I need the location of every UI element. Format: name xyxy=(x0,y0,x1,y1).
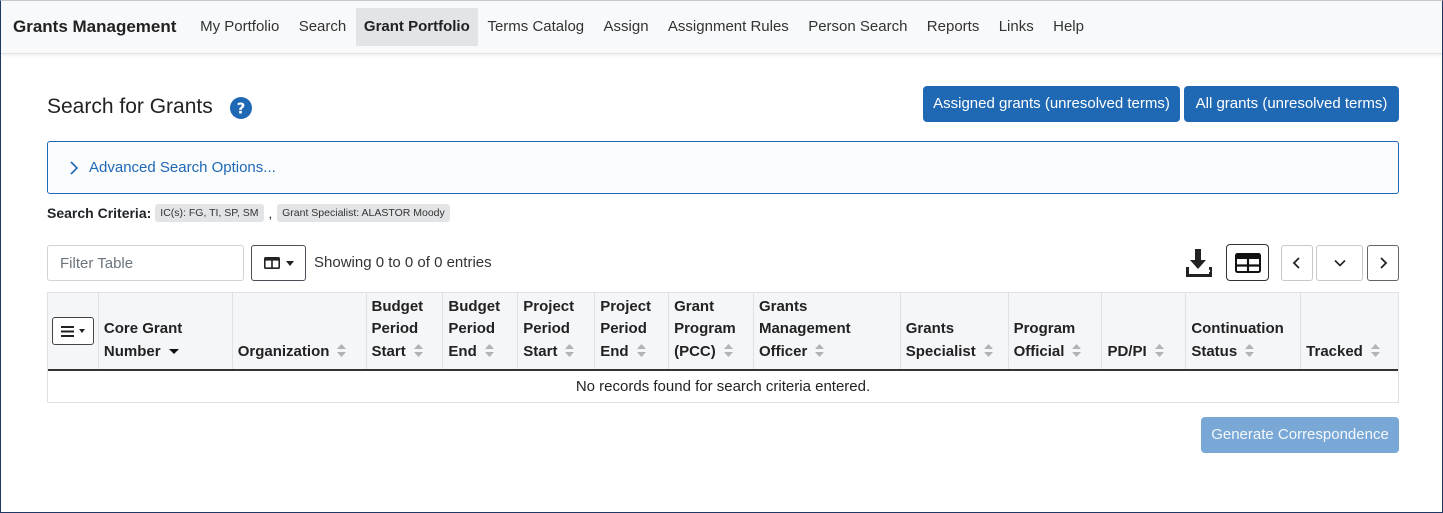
col-label: Organization xyxy=(237,342,330,360)
row-menu-header xyxy=(48,293,99,369)
sort-icon xyxy=(1245,344,1255,358)
sort-icon xyxy=(413,344,423,358)
filter-table-input[interactable] xyxy=(47,245,244,281)
col-pd-pi[interactable]: PD/PI xyxy=(1102,293,1187,369)
nav-links[interactable]: Links xyxy=(989,8,1043,46)
col-label: Grants Management Officer xyxy=(758,297,851,360)
col-grants-management-officer[interactable]: Grants Management Officer xyxy=(754,293,901,369)
criteria-chip-ics: IC(s): FG, TI, SP, SM xyxy=(155,204,264,222)
advanced-search-toggle[interactable]: Advanced Search Options... xyxy=(47,141,1399,194)
col-tracked[interactable]: Tracked xyxy=(1301,293,1398,369)
col-label: PD/PI xyxy=(1107,342,1147,360)
sort-icon xyxy=(337,344,347,358)
sort-desc-icon xyxy=(168,348,179,354)
table-header-row: Core Grant Number Organization Budget Pe… xyxy=(48,293,1398,371)
page-title: Search for Grants xyxy=(47,95,213,118)
col-grant-program[interactable]: Grant Program (PCC) xyxy=(669,293,754,369)
chevron-left-icon xyxy=(1292,257,1300,269)
top-navbar: Grants Management My Portfolio Search Gr… xyxy=(1,1,1442,54)
col-label: Continuation Status xyxy=(1191,320,1284,360)
question-circle-icon[interactable]: ? xyxy=(230,97,252,119)
app-window: Grants Management My Portfolio Search Gr… xyxy=(0,0,1443,513)
chevron-down-icon xyxy=(285,260,294,266)
col-grants-specialist[interactable]: Grants Specialist xyxy=(901,293,1009,369)
assigned-grants-button[interactable]: Assigned grants (unresolved terms) xyxy=(923,86,1180,122)
chevron-down-icon xyxy=(1333,259,1346,267)
chevron-down-icon xyxy=(78,329,85,333)
col-core-grant-number[interactable]: Core Grant Number xyxy=(99,293,233,369)
col-label: Tracked xyxy=(1306,342,1363,360)
app-brand[interactable]: Grants Management xyxy=(13,17,176,37)
columns-icon xyxy=(263,257,280,269)
nav-my-portfolio[interactable]: My Portfolio xyxy=(190,8,289,46)
sort-icon xyxy=(565,344,575,358)
sort-icon xyxy=(1154,344,1164,358)
svg-text:?: ? xyxy=(237,100,246,118)
sort-icon xyxy=(983,344,993,358)
sort-icon xyxy=(636,344,646,358)
nav-assignment-rules[interactable]: Assignment Rules xyxy=(658,8,798,46)
sort-icon xyxy=(723,344,733,358)
col-project-period-end[interactable]: Project Period End xyxy=(595,293,670,369)
col-continuation-status[interactable]: Continuation Status xyxy=(1186,293,1302,369)
col-organization[interactable]: Organization xyxy=(233,293,367,369)
pager-prev-button[interactable] xyxy=(1281,245,1313,281)
pager-page-select[interactable] xyxy=(1316,245,1363,281)
criteria-separator: , xyxy=(268,205,273,221)
nav-assign[interactable]: Assign xyxy=(594,8,658,46)
chevron-right-icon xyxy=(70,160,79,175)
grants-table: Core Grant Number Organization Budget Pe… xyxy=(47,292,1399,403)
search-criteria: Search Criteria: IC(s): FG, TI, SP, SM ,… xyxy=(47,204,450,222)
col-project-period-start[interactable]: Project Period Start xyxy=(518,293,596,369)
nav-help[interactable]: Help xyxy=(1043,8,1093,46)
sort-icon xyxy=(1072,344,1082,358)
col-label: Grants Specialist xyxy=(905,320,976,360)
entries-info: Showing 0 to 0 of 0 entries xyxy=(314,254,492,271)
nav-search[interactable]: Search xyxy=(289,8,356,46)
all-grants-button[interactable]: All grants (unresolved terms) xyxy=(1184,86,1399,122)
column-visibility-button[interactable] xyxy=(251,245,306,281)
chevron-right-icon xyxy=(1380,257,1388,269)
nav-reports[interactable]: Reports xyxy=(917,8,989,46)
col-label: Program Official xyxy=(1013,320,1076,360)
nav-person-search[interactable]: Person Search xyxy=(799,8,918,46)
row-actions-menu-button[interactable] xyxy=(51,317,94,345)
sort-icon xyxy=(484,344,494,358)
nav-grant-portfolio[interactable]: Grant Portfolio xyxy=(355,8,478,46)
table-grid-icon xyxy=(1234,252,1261,273)
col-budget-period-end[interactable]: Budget Period End xyxy=(443,293,519,369)
col-program-official[interactable]: Program Official xyxy=(1009,293,1103,369)
generate-correspondence-button[interactable]: Generate Correspondence xyxy=(1201,417,1399,453)
criteria-chip-specialist: Grant Specialist: ALASTOR Moody xyxy=(277,204,450,222)
sort-icon xyxy=(1370,344,1380,358)
table-view-button[interactable] xyxy=(1226,244,1269,281)
search-criteria-label: Search Criteria: xyxy=(47,205,152,221)
pager-next-button[interactable] xyxy=(1367,245,1399,281)
download-icon[interactable] xyxy=(1185,247,1215,279)
nav-terms-catalog[interactable]: Terms Catalog xyxy=(478,8,594,46)
sort-icon xyxy=(815,344,825,358)
hamburger-icon xyxy=(60,325,74,337)
advanced-search-label: Advanced Search Options... xyxy=(89,159,276,176)
empty-table-message: No records found for search criteria ent… xyxy=(575,378,871,395)
col-budget-period-start[interactable]: Budget Period Start xyxy=(367,293,444,369)
